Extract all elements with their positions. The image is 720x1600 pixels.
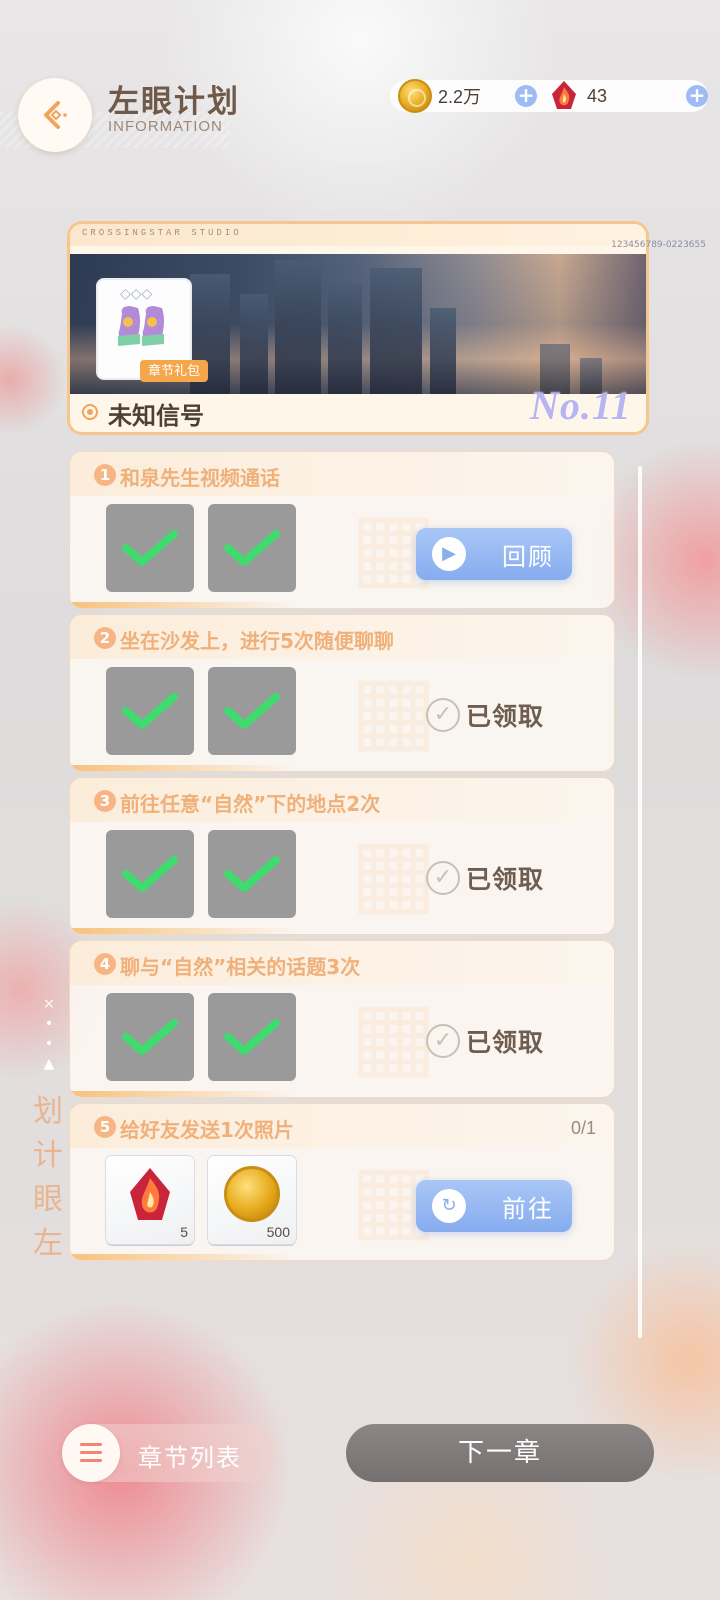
task-title: 聊与“自然”相关的话题3次 xyxy=(120,955,361,979)
chapter-number: No.11 xyxy=(530,383,632,428)
side-vertical-title: 划计眼左 xyxy=(33,1094,63,1261)
claimed-label: 已领取 xyxy=(466,1028,545,1057)
task-card: ▦ 1 和泉先生视频通话 ▶ 回顾 xyxy=(70,452,614,608)
reward-gem-claimed xyxy=(106,504,194,592)
check-icon xyxy=(122,530,178,566)
studio-label: CROSSINGSTAR STUDIO xyxy=(70,224,646,246)
refresh-arrow-icon: ↻ xyxy=(432,1189,466,1223)
go-label: 前往 xyxy=(502,1194,554,1223)
claimed-check-icon: ✓ xyxy=(426,1024,460,1058)
reward-coin-claimed xyxy=(208,667,296,755)
svg-text:◇◇◇: ◇◇◇ xyxy=(120,286,153,302)
review-button[interactable]: ▶ 回顾 xyxy=(416,528,572,580)
task-card: ▦ 2 坐在沙发上，进行5次随便聊聊 ✓ 已领取 xyxy=(70,615,614,771)
currency-bar: 2.2万 + 43 + xyxy=(390,79,708,113)
reward-gem[interactable]: 5 xyxy=(106,1156,194,1244)
banner-code: 123456789-0223655 xyxy=(611,240,706,250)
task-number: 5 xyxy=(94,1116,116,1138)
chapter-gift-label: 章节礼包 xyxy=(140,360,209,382)
scrollbar[interactable] xyxy=(638,466,642,1338)
reward-coin-claimed xyxy=(208,830,296,918)
check-icon xyxy=(224,693,280,729)
add-coins-button[interactable]: + xyxy=(515,85,538,107)
reward-gem-claimed xyxy=(106,830,194,918)
task-progress: 0/1 xyxy=(570,1118,596,1138)
reward-coin[interactable]: 500 xyxy=(208,1156,296,1244)
banner-location-icon xyxy=(82,404,98,420)
reward-gem-claimed xyxy=(106,667,194,755)
task-number: 1 xyxy=(94,464,116,486)
claimed-status: ✓ 已领取 xyxy=(426,1023,544,1059)
page-title: 左眼计划 xyxy=(108,84,240,120)
check-icon xyxy=(224,856,280,892)
coin-balance: 2.2万 xyxy=(438,87,482,107)
chapter-list-button[interactable]: 章节列表 xyxy=(62,1424,276,1482)
list-icon xyxy=(62,1424,120,1482)
check-icon xyxy=(122,856,178,892)
next-chapter-button[interactable]: 下一章 xyxy=(346,1424,654,1482)
claimed-check-icon: ✓ xyxy=(426,861,460,895)
check-icon xyxy=(122,1019,178,1055)
chapter-list-label: 章节列表 xyxy=(138,1444,242,1472)
reward-coin-claimed xyxy=(208,504,296,592)
reward-count: 500 xyxy=(266,1224,290,1240)
task-title: 前往任意“自然”下的地点2次 xyxy=(120,792,381,816)
review-label: 回顾 xyxy=(502,542,554,571)
side-decor-marks: × • • ▲ xyxy=(43,996,55,1072)
check-icon xyxy=(224,1019,280,1055)
gem-balance: 43 xyxy=(587,85,608,106)
claimed-label: 已领取 xyxy=(466,865,545,894)
play-icon: ▶ xyxy=(432,537,466,571)
task-card: ▦ 5 给好友发送1次照片 0/1 5 500 ↻ 前往 xyxy=(70,1104,614,1260)
task-title: 给好友发送1次照片 xyxy=(120,1118,294,1142)
task-title: 和泉先生视频通话 xyxy=(120,466,280,490)
reward-count: 5 xyxy=(180,1224,188,1240)
page-subtitle: INFORMATION xyxy=(108,118,223,135)
reward-gem-claimed xyxy=(106,993,194,1081)
task-number: 4 xyxy=(94,953,116,975)
add-gems-button[interactable]: + xyxy=(686,85,708,107)
flame-gem-icon xyxy=(130,1168,170,1220)
check-icon xyxy=(122,693,178,729)
check-icon xyxy=(224,530,280,566)
back-arrow-icon xyxy=(44,101,67,129)
chapter-title: 未知信号 xyxy=(108,402,204,430)
task-title: 坐在沙发上，进行5次随便聊聊 xyxy=(120,629,394,653)
claimed-check-icon: ✓ xyxy=(426,698,460,732)
task-number: 3 xyxy=(94,790,116,812)
gold-coin-icon xyxy=(398,79,432,113)
go-button[interactable]: ↻ 前往 xyxy=(416,1180,572,1232)
flame-gem-icon xyxy=(552,81,577,109)
task-number: 2 xyxy=(94,627,116,649)
reward-coin-claimed xyxy=(208,993,296,1081)
task-card: ▦ 4 聊与“自然”相关的话题3次 ✓ 已领取 xyxy=(70,941,614,1097)
claimed-status: ✓ 已领取 xyxy=(426,697,544,733)
claimed-status: ✓ 已领取 xyxy=(426,860,544,896)
task-card: ▦ 3 前往任意“自然”下的地点2次 ✓ 已领取 xyxy=(70,778,614,934)
back-button[interactable] xyxy=(18,78,92,152)
gold-coin-icon xyxy=(224,1166,280,1222)
claimed-label: 已领取 xyxy=(466,702,545,731)
